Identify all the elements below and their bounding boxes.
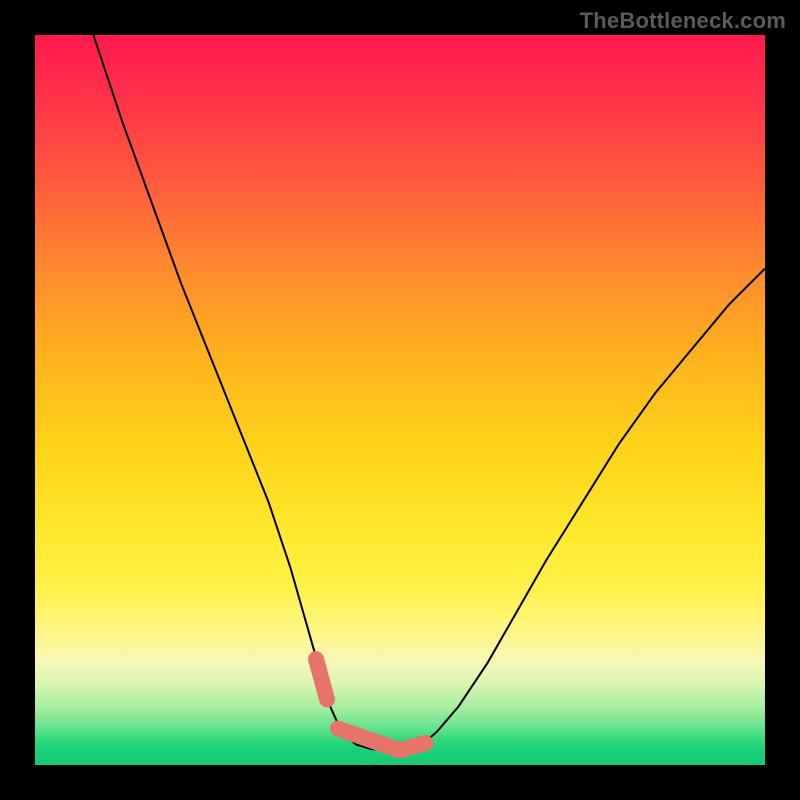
curve-line [93,35,765,750]
highlight-segment-0 [316,659,327,699]
watermark-text: TheBottleneck.com [580,8,786,34]
highlight-segment-2 [404,743,426,749]
highlight-segment-1 [338,729,400,751]
chart-frame: TheBottleneck.com [0,0,800,800]
chart-svg [35,35,765,765]
plot-area [35,35,765,765]
